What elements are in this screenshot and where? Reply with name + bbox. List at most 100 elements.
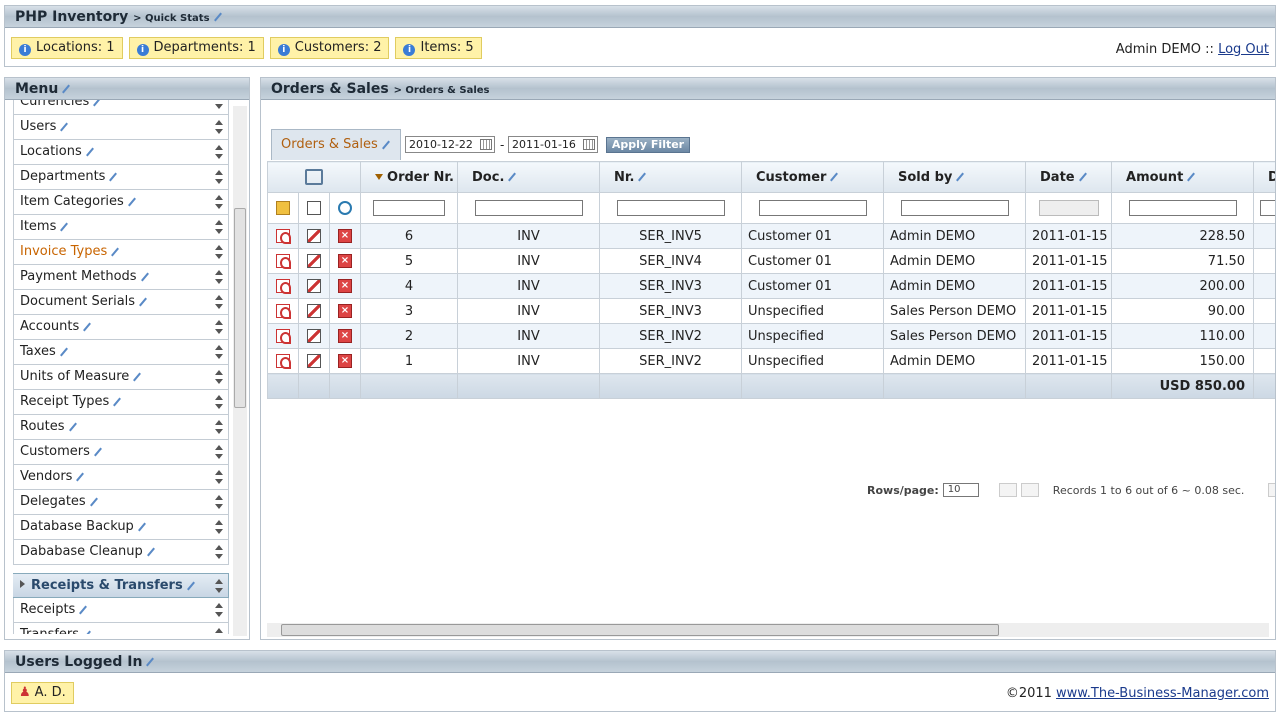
first-page-button[interactable] <box>998 483 1017 497</box>
table-row[interactable]: × 1 INV SER_INV2 Unspecified Admin DEMO 2011-0… <box>267 348 1275 374</box>
edit-icon[interactable] <box>61 84 71 94</box>
menu-item[interactable]: Dababase Cleanup <box>13 540 229 565</box>
menu-item[interactable]: Receipts <box>13 598 229 623</box>
edit-icon[interactable] <box>127 197 137 207</box>
delete-icon[interactable]: × <box>338 279 352 293</box>
pdf-icon[interactable] <box>276 254 291 269</box>
edit-icon[interactable] <box>112 397 122 407</box>
sort-arrows-icon[interactable] <box>215 579 223 593</box>
filter-doc[interactable] <box>474 200 583 216</box>
edit-icon[interactable] <box>82 322 92 332</box>
edit-icon[interactable] <box>89 497 99 507</box>
pdf-icon[interactable] <box>276 229 291 244</box>
edit-icon[interactable] <box>110 247 120 257</box>
sort-arrows-icon[interactable] <box>215 170 223 184</box>
pdf-icon[interactable] <box>276 329 291 344</box>
menu-item[interactable]: Invoice Types <box>13 240 229 265</box>
sort-arrows-icon[interactable] <box>215 220 223 234</box>
col-order-nr[interactable]: Order Nr. <box>360 161 459 193</box>
stat-locations[interactable]: i Locations: 1 <box>11 37 123 59</box>
col-nr[interactable]: Nr. <box>599 161 743 193</box>
sort-arrows-icon[interactable] <box>215 370 223 384</box>
sort-arrows-icon[interactable] <box>215 295 223 309</box>
rows-per-page-input[interactable]: 10 <box>942 483 979 497</box>
sort-arrows-icon[interactable] <box>215 603 223 617</box>
logged-user-badge[interactable]: ♟ A. D. <box>11 682 74 704</box>
edit-icon[interactable] <box>108 172 118 182</box>
menu-item[interactable]: Vendors <box>13 465 229 490</box>
edit-icon[interactable] <box>213 12 223 22</box>
sort-arrows-icon[interactable] <box>215 245 223 259</box>
stat-departments[interactable]: i Departments: 1 <box>128 37 264 59</box>
menu-item[interactable]: Receipt Types <box>13 390 229 415</box>
filter-nr[interactable] <box>616 200 725 216</box>
grid-hscrollbar[interactable] <box>267 623 1269 637</box>
pdf-icon[interactable] <box>276 354 291 369</box>
col-customer[interactable]: Customer <box>741 161 885 193</box>
edit-icon[interactable] <box>307 279 321 293</box>
scrollbar-thumb[interactable] <box>234 208 246 408</box>
col-sold-by[interactable]: Sold by <box>883 161 1027 193</box>
edit-icon[interactable] <box>186 581 196 591</box>
sort-arrows-icon[interactable] <box>215 345 223 359</box>
edit-icon[interactable] <box>59 222 69 232</box>
logout-link[interactable]: Log Out <box>1218 42 1269 57</box>
menu-item[interactable]: Locations <box>13 140 229 165</box>
stat-customers[interactable]: i Customers: 2 <box>269 37 390 59</box>
sort-arrows-icon[interactable] <box>215 120 223 134</box>
menu-item[interactable]: Items <box>13 215 229 240</box>
menu-item[interactable]: Taxes <box>13 340 229 365</box>
tab-orders-sales[interactable]: Orders & Sales <box>271 129 401 160</box>
table-row[interactable]: × 2 INV SER_INV2 Unspecified Sales Person DEM… <box>267 323 1275 349</box>
edit-icon[interactable] <box>138 297 148 307</box>
pdf-icon[interactable] <box>276 279 291 294</box>
edit-icon[interactable] <box>93 447 103 457</box>
edit-icon[interactable] <box>132 372 142 382</box>
edit-icon[interactable] <box>75 472 85 482</box>
menu-item[interactable]: Item Categories <box>13 190 229 215</box>
date-to-input[interactable]: 2011-01-16 <box>508 136 598 153</box>
add-icon-cell[interactable] <box>267 192 299 224</box>
filter-customer[interactable] <box>758 200 867 216</box>
filter-amount[interactable] <box>1128 200 1237 216</box>
menu-item[interactable]: Payment Methods <box>13 265 229 290</box>
menu-scrollbar[interactable] <box>233 106 247 636</box>
sort-arrows-icon[interactable] <box>215 470 223 484</box>
menu-item[interactable]: Units of Measure <box>13 365 229 390</box>
calendar-icon[interactable] <box>480 139 492 150</box>
sort-arrows-icon[interactable] <box>215 320 223 334</box>
sort-arrows-icon[interactable] <box>215 270 223 284</box>
edit-icon[interactable] <box>307 229 321 243</box>
delete-icon[interactable]: × <box>338 354 352 368</box>
col-de[interactable]: De <box>1253 161 1275 193</box>
edit-icon[interactable] <box>145 657 155 667</box>
delete-icon[interactable]: × <box>338 254 352 268</box>
menu-item[interactable]: Document Serials <box>13 290 229 315</box>
edit-icon[interactable] <box>68 422 78 432</box>
menu-item[interactable]: Accounts <box>13 315 229 340</box>
table-row[interactable]: × 4 INV SER_INV3 Customer 01 Admin DEMO 2011-0… <box>267 273 1275 299</box>
sort-arrows-icon[interactable] <box>215 495 223 509</box>
date-from-input[interactable]: 2010-12-22 <box>405 136 495 153</box>
refresh-icon[interactable] <box>338 201 352 215</box>
edit-icon[interactable] <box>140 272 150 282</box>
menu-item[interactable]: Currencies <box>13 100 229 115</box>
table-row[interactable]: × 3 INV SER_INV3 Unspecified Sales Person DEM… <box>267 298 1275 324</box>
menu-item[interactable]: Delegates <box>13 490 229 515</box>
sort-arrows-icon[interactable] <box>215 545 223 559</box>
sort-arrows-icon[interactable] <box>215 195 223 209</box>
apply-filter-button[interactable]: Apply Filter <box>606 137 690 153</box>
edit-icon[interactable] <box>85 147 95 157</box>
delete-icon[interactable]: × <box>338 329 352 343</box>
menu-item[interactable]: Database Backup <box>13 515 229 540</box>
edit-icon[interactable] <box>137 522 147 532</box>
edit-icon[interactable] <box>59 122 69 132</box>
delete-icon[interactable]: × <box>338 229 352 243</box>
edit-icon[interactable] <box>59 347 69 357</box>
col-doc[interactable]: Doc. <box>457 161 601 193</box>
calendar-icon[interactable] <box>583 139 595 150</box>
edit-icon[interactable] <box>82 630 92 635</box>
sort-arrows-icon[interactable] <box>215 395 223 409</box>
prev-page-button[interactable] <box>1020 483 1039 497</box>
sort-arrows-icon[interactable] <box>215 145 223 159</box>
